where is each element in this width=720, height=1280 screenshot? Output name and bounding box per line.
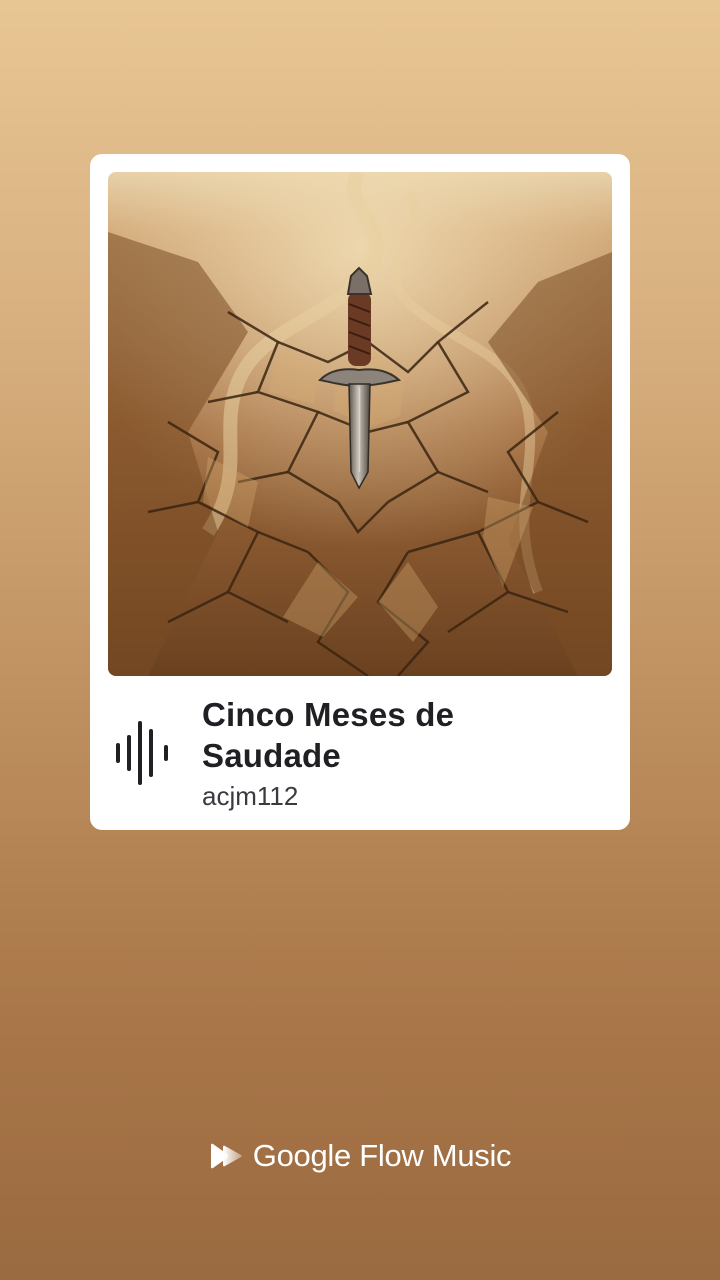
track-artist[interactable]: acjm112 [202,780,602,812]
album-artwork[interactable] [108,172,612,676]
flow-music-logo-icon [210,1143,242,1169]
track-title: Cinco Meses de Saudade [202,696,455,774]
brand-footer: Google Flow Music [0,1134,720,1178]
track-card[interactable]: Cinco Meses de Saudade acjm112 [90,154,630,830]
audio-waveform-icon [116,721,168,785]
track-info: Cinco Meses de Saudade acjm112 [90,676,630,830]
brand-name: Google Flow Music [252,1138,512,1173]
